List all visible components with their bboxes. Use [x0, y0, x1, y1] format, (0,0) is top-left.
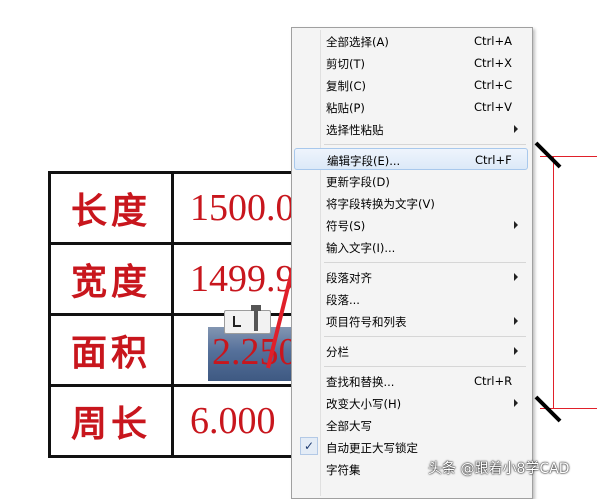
menu-item-label: 全部大写 — [326, 419, 372, 433]
menu-item-label: 项目符号和列表 — [326, 315, 407, 329]
menu-item-paragraph-alignment[interactable]: 段落对齐 — [294, 266, 528, 288]
submenu-arrow-icon — [514, 273, 518, 281]
menu-item-label: 段落... — [326, 293, 360, 307]
menu-item-import-text[interactable]: 输入文字(I)... — [294, 236, 528, 258]
menu-item-label: 符号(S) — [326, 219, 366, 233]
menu-separator — [324, 366, 526, 367]
menu-item-autocorrect-caps-lock[interactable]: ✓ 自动更正大写锁定 — [294, 436, 528, 458]
menu-item-copy[interactable]: 复制(C) Ctrl+C — [294, 74, 528, 96]
menu-item-label: 段落对齐 — [326, 271, 372, 285]
menu-item-paste-special[interactable]: 选择性粘贴 — [294, 118, 528, 140]
submenu-arrow-icon — [514, 399, 518, 407]
menu-item-columns[interactable]: 分栏 — [294, 340, 528, 362]
menu-item-shortcut: Ctrl+X — [474, 56, 512, 70]
menu-separator — [324, 336, 526, 337]
menu-item-convert-field-to-text[interactable]: 将字段转换为文字(V) — [294, 192, 528, 214]
menu-item-label: 剪切(T) — [326, 57, 365, 71]
menu-item-symbol[interactable]: 符号(S) — [294, 214, 528, 236]
menu-item-label: 查找和替换... — [326, 375, 395, 389]
menu-item-label: 全部选择(A) — [326, 35, 389, 49]
menu-item-label: 粘贴(P) — [326, 101, 365, 115]
menu-item-select-all[interactable]: 全部选择(A) Ctrl+A — [294, 30, 528, 52]
menu-separator — [324, 144, 526, 145]
menu-item-label: 改变大小写(H) — [326, 397, 402, 411]
menu-item-label: 输入文字(I)... — [326, 241, 396, 255]
menu-item-shortcut: Ctrl+A — [474, 34, 512, 48]
context-menu: 全部选择(A) Ctrl+A 剪切(T) Ctrl+X 复制(C) Ctrl+C… — [291, 27, 533, 499]
menu-item-all-caps[interactable]: 全部大写 — [294, 414, 528, 436]
menu-item-find-replace[interactable]: 查找和替换... Ctrl+R — [294, 370, 528, 392]
menu-item-shortcut: Ctrl+C — [474, 78, 513, 92]
menu-item-label: 复制(C) — [326, 79, 367, 93]
menu-item-label: 分栏 — [326, 345, 349, 359]
menu-item-label: 字符集 — [326, 463, 361, 477]
menu-item-label: 将字段转换为文字(V) — [326, 197, 435, 211]
submenu-arrow-icon — [514, 347, 518, 355]
submenu-arrow-icon — [514, 221, 518, 229]
menu-separator — [324, 262, 526, 263]
menu-item-label: 选择性粘贴 — [326, 123, 384, 137]
menu-item-label: 更新字段(D) — [326, 175, 390, 189]
menu-item-label: 编辑字段(E)... — [327, 154, 401, 168]
menu-item-shortcut: Ctrl+V — [474, 100, 512, 114]
watermark: 头条 @跟着小8学CAD — [428, 461, 570, 477]
submenu-arrow-icon — [514, 125, 518, 133]
menu-item-bullets-and-lists[interactable]: 项目符号和列表 — [294, 310, 528, 332]
menu-item-shortcut: Ctrl+F — [475, 153, 512, 167]
menu-item-shortcut: Ctrl+R — [474, 374, 513, 388]
menu-item-edit-field[interactable]: 编辑字段(E)... Ctrl+F — [294, 148, 528, 170]
menu-item-label: 自动更正大写锁定 — [326, 441, 418, 455]
menu-item-update-field[interactable]: 更新字段(D) — [294, 170, 528, 192]
menu-item-paragraph[interactable]: 段落... — [294, 288, 528, 310]
checkmark-icon: ✓ — [300, 437, 318, 455]
menu-item-cut[interactable]: 剪切(T) Ctrl+X — [294, 52, 528, 74]
menu-item-change-case[interactable]: 改变大小写(H) — [294, 392, 528, 414]
submenu-arrow-icon — [514, 317, 518, 325]
menu-item-paste[interactable]: 粘贴(P) Ctrl+V — [294, 96, 528, 118]
